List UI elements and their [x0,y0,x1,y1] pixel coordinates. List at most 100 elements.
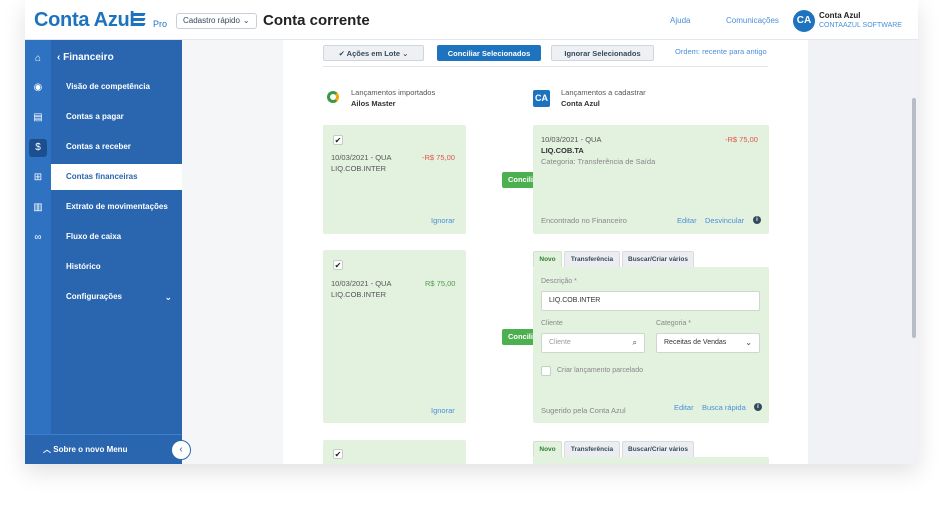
logo[interactable]: Conta Azul [34,9,135,32]
dollar-icon[interactable]: $ [29,139,47,157]
search-icon: ⌕ [632,338,637,347]
help-link[interactable]: Ajuda [670,16,690,25]
match-title: LIQ.COB.TA [541,146,584,155]
match-date: 10/03/2021 - QUA [541,135,602,144]
imported-bank-name: Ailos Master [351,99,396,108]
sidebar-item-fluxo-caixa[interactable]: Fluxo de caixa [51,224,182,250]
unlink-link[interactable]: Desvincular [705,216,744,225]
divider [323,66,768,67]
batch-actions-button[interactable]: ✔ Ações em Lote ⌄ [323,45,424,61]
user-company[interactable]: CONTAAZUL SOFTWARE [819,22,902,29]
row-checkbox[interactable]: ✔ [333,260,343,270]
suggested-label: Sugerido pela Conta Azul [541,406,626,415]
transaction-date: 10/03/2021 - QUA [331,279,392,288]
chevron-down-icon: ⌄ [164,292,172,302]
about-new-menu[interactable]: ︿ Sobre o novo Menu [25,434,182,464]
info-icon[interactable]: i [754,403,762,411]
communications-link[interactable]: Comunicações [726,16,779,25]
edit-link[interactable]: Editar [677,216,697,225]
info-icon[interactable]: i [753,216,761,224]
to-register-source: Conta Azul [561,99,600,108]
link-icon[interactable]: ∞ [29,229,47,247]
tab-buscar-criar[interactable]: Buscar/Criar vários [622,441,694,457]
sidebar-item-contas-financeiras[interactable]: Contas financeiras [51,164,182,190]
ignore-selected-button[interactable]: Ignorar Selecionados [551,45,654,61]
description-input[interactable]: LIQ.COB.INTER [541,291,760,311]
chart-icon[interactable]: ▥ [29,199,47,217]
sidebar-item-competencia[interactable]: Visão de competência [51,74,182,100]
description-label: Descrição * [541,278,577,285]
conta-azul-icon: CA [533,90,550,107]
matched-transaction-card: 10/03/2021 - QUA -R$ 75,00 LIQ.COB.TA Ca… [533,125,769,234]
check-icon: ✔ [338,49,347,58]
category-select[interactable]: Receitas de Vendas ⌄ [656,333,760,353]
imported-transaction-card: ✔ 10/03/2021 - QUA R$ 75,00 LIQ.COB.INTE… [323,250,466,423]
tab-transferencia[interactable]: Transferência [564,251,620,267]
imported-transaction-card: ✔ 10/03/2021 - QUA -R$ 75,00 LIQ.COB.INT… [323,125,466,234]
chevron-down-icon: ⌄ [400,49,409,58]
page-title: Conta corrente [263,12,370,29]
icon-rail: ⌂ ◉ ▤ $ ⊞ ▥ ∞ [25,40,51,464]
transaction-description: LIQ.COB.INTER [331,290,387,299]
installment-checkbox[interactable] [541,366,551,376]
sidebar-menu: ‹ Financeiro Visão de competência Contas… [51,40,182,464]
reconciliation-panel: ✔ Ações em Lote ⌄ Conciliar Selecionados… [283,40,808,464]
tab-novo[interactable]: Novo [533,251,562,267]
installment-label: Criar lançamento parcelado [557,367,643,374]
transaction-amount: R$ 75,00 [425,279,456,288]
bank-icon[interactable]: ⊞ [29,169,47,187]
app-window: Conta Azul Pro Cadastro rápido ⌄ Conta co… [25,0,918,464]
client-input[interactable]: Cliente ⌕ [541,333,645,353]
avatar[interactable]: CA [793,10,815,32]
transaction-description: LIQ.COB.INTER [331,164,387,173]
right-gutter [808,40,918,464]
new-transaction-form [533,457,769,464]
quick-register-label: Cadastro rápido [183,16,240,25]
imported-transaction-card: ✔ [323,440,466,464]
sidebar-item-historico[interactable]: Histórico [51,254,182,280]
edit-link[interactable]: Editar [674,403,694,412]
top-header: Conta Azul Pro Cadastro rápido ⌄ Conta co… [25,0,918,40]
ignore-link[interactable]: Ignorar [431,406,455,415]
tab-transferencia[interactable]: Transferência [564,441,620,457]
sidebar-back-title[interactable]: ‹ Financeiro [57,52,114,63]
category-value: Receitas de Vendas [664,339,727,346]
tab-novo[interactable]: Novo [533,441,562,457]
chevron-left-icon: ‹ [179,444,183,455]
sidebar-item-extrato[interactable]: Extrato de movimentações [51,194,182,220]
chevron-up-icon: ︿ [43,445,54,454]
match-category: Categoria: Transferência de Saída [541,157,656,166]
ailos-bank-icon [327,91,339,103]
tab-buscar-criar[interactable]: Buscar/Criar vários [622,251,694,267]
chevron-down-icon: ⌄ [242,16,250,25]
found-in-financial: Encontrado no Financeiro [541,216,627,225]
transaction-date: 10/03/2021 - QUA [331,153,392,162]
client-placeholder: Cliente [549,339,571,346]
plan-badge: Pro [153,19,168,29]
document-icon[interactable]: ▤ [29,109,47,127]
new-transaction-form: Descrição * LIQ.COB.INTER Cliente Client… [533,267,769,423]
logo-mark-icon [130,13,146,26]
user-name[interactable]: Conta Azul [819,11,860,20]
home-icon[interactable]: ⌂ [29,50,47,68]
row-checkbox[interactable]: ✔ [333,449,343,459]
quick-register-dropdown[interactable]: Cadastro rápido ⌄ [176,13,257,29]
chevron-down-icon: ⌄ [745,338,752,347]
imported-column-label: Lançamentos importados [351,88,436,97]
sidebar-item-contas-receber[interactable]: Contas a receber [51,134,182,160]
client-label: Cliente [541,320,563,327]
quick-search-link[interactable]: Busca rápida [702,403,746,412]
match-amount: -R$ 75,00 [725,135,758,144]
scrollbar-thumb[interactable] [912,98,916,338]
sort-order-link[interactable]: Ordem: recente para antigo [675,47,767,56]
eye-icon[interactable]: ◉ [29,79,47,97]
ignore-link[interactable]: Ignorar [431,216,455,225]
row-checkbox[interactable]: ✔ [333,135,343,145]
sidebar-item-label: Configurações [66,292,123,301]
sidebar-item-configuracoes[interactable]: Configurações ⌄ [51,284,182,310]
transaction-amount: -R$ 75,00 [422,153,455,162]
category-label: Categoria * [656,320,692,327]
sidebar-item-contas-pagar[interactable]: Contas a pagar [51,104,182,130]
collapse-menu-button[interactable]: ‹ [171,440,191,460]
reconcile-selected-button[interactable]: Conciliar Selecionados [437,45,541,61]
